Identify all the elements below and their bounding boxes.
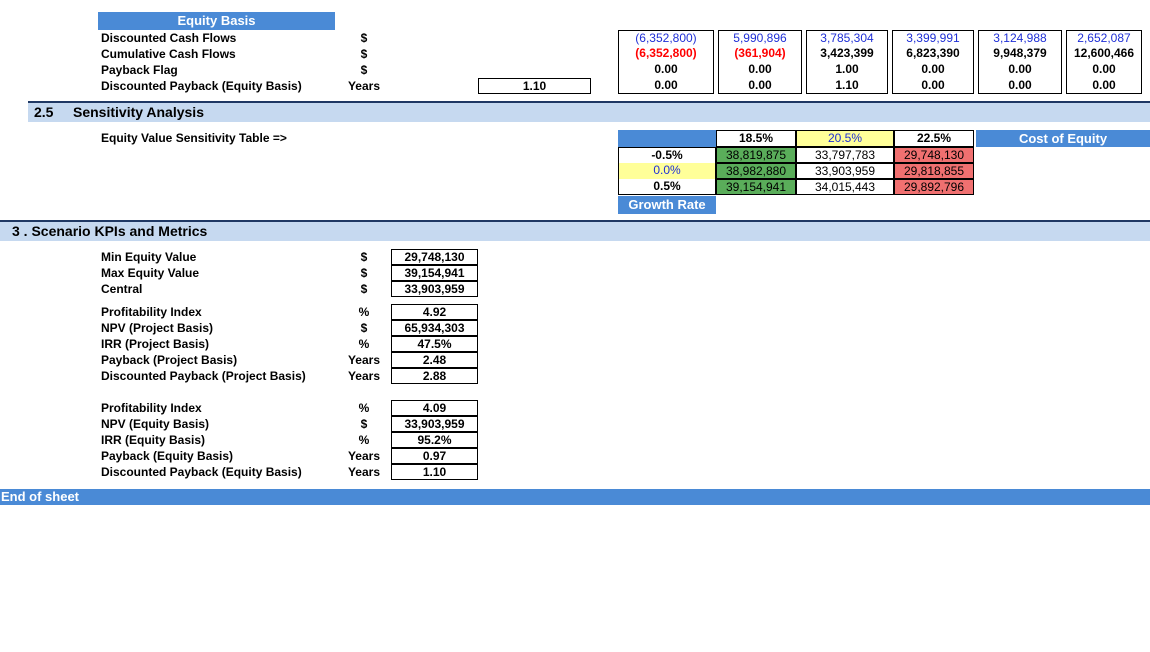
row-unit: Years [347,79,381,93]
kpi-value-cell[interactable]: 33,903,959 [391,416,478,432]
kpi-unit: % [358,401,370,415]
col-header-cost-of-equity[interactable]: 18.5% [716,130,796,147]
cell-payback[interactable]: 0.00 [618,78,714,94]
row-label-cumulative-cash-flows: Cumulative Cash Flows [101,47,236,61]
cell-payback[interactable]: 0.00 [978,78,1062,94]
sensitivity-cell[interactable]: 29,818,855 [894,163,974,179]
kpi-unit: % [358,337,370,351]
cell-flag[interactable]: 1.00 [806,62,888,78]
cell-payback[interactable]: 1.10 [806,78,888,94]
row-unit: $ [360,63,368,77]
kpi-value-cell[interactable]: 2.48 [391,352,478,368]
kpi-unit: Years [347,369,381,383]
kpi-unit: $ [360,282,368,296]
kpi-label: Max Equity Value [101,266,200,280]
row-label-discounted-payback: Discounted Payback (Equity Basis) [101,79,302,93]
discounted-payback-total-cell[interactable]: 1.10 [478,78,591,94]
kpi-value-cell[interactable]: 65,934,303 [391,320,478,336]
cell-dcf[interactable]: 2,652,087 [1066,30,1142,46]
end-of-sheet-label: End of sheet [1,489,80,504]
kpi-unit: % [358,433,370,447]
kpi-label: Min Equity Value [101,250,197,264]
row-header-growth-rate[interactable]: 0.0% [618,163,716,179]
kpi-value-cell[interactable]: 29,748,130 [391,249,478,265]
kpi-unit: $ [360,417,368,431]
cost-of-equity-axis-label: Cost of Equity [976,130,1150,147]
section-title: Sensitivity Analysis [73,104,204,120]
cell-payback[interactable]: 0.00 [1066,78,1142,94]
kpi-value-cell[interactable]: 95.2% [391,432,478,448]
cell-flag[interactable]: 0.00 [718,62,802,78]
kpi-label: Payback (Equity Basis) [101,449,234,463]
cell-payback[interactable]: 0.00 [892,78,974,94]
equity-basis-header: Equity Basis [98,12,335,30]
sensitivity-cell[interactable]: 33,903,959 [796,163,894,179]
end-of-sheet-bar: End of sheet [0,489,1150,505]
kpi-label: Discounted Payback (Equity Basis) [101,465,302,479]
kpi-value-cell[interactable]: 4.92 [391,304,478,320]
row-unit: $ [360,31,368,45]
section-number: 2.5 [34,104,54,120]
kpi-value-cell[interactable]: 4.09 [391,400,478,416]
sensitivity-table-label: Equity Value Sensitivity Table => [101,131,287,145]
growth-rate-axis-label: Growth Rate [618,196,716,214]
cell-dcf[interactable]: 5,990,896 [718,30,802,46]
cell-ccf[interactable]: 9,948,379 [978,46,1062,62]
cell-flag[interactable]: 0.00 [978,62,1062,78]
kpi-unit: % [358,305,370,319]
kpi-value-cell[interactable]: 2.88 [391,368,478,384]
kpi-label: Profitability Index [101,401,202,415]
cell-ccf[interactable]: 12,600,466 [1066,46,1142,62]
kpi-value-cell[interactable]: 0.97 [391,448,478,464]
kpi-value-cell[interactable]: 47.5% [391,336,478,352]
cell-dcf[interactable]: 3,785,304 [806,30,888,46]
col-header-cost-of-equity[interactable]: 20.5% [796,130,894,147]
kpi-label: Discounted Payback (Project Basis) [101,369,306,383]
sensitivity-cell[interactable]: 33,797,783 [796,147,894,163]
row-label-discounted-cash-flows: Discounted Cash Flows [101,31,237,45]
kpi-value-cell[interactable]: 1.10 [391,464,478,480]
cell-flag[interactable]: 0.00 [618,62,714,78]
kpi-unit: $ [360,250,368,264]
row-label-payback-flag: Payback Flag [101,63,178,77]
cell-ccf[interactable]: (6,352,800) [618,46,714,62]
row-header-growth-rate[interactable]: 0.5% [618,179,716,195]
row-unit: $ [360,47,368,61]
kpi-unit: $ [360,266,368,280]
section-title: 3 . Scenario KPIs and Metrics [12,223,208,239]
kpi-label: Profitability Index [101,305,202,319]
row-header-growth-rate[interactable]: -0.5% [618,147,716,163]
kpi-value-cell[interactable]: 33,903,959 [391,281,478,297]
cell-flag[interactable]: 0.00 [1066,62,1142,78]
cell-payback[interactable]: 0.00 [718,78,802,94]
cell-ccf[interactable]: 3,423,399 [806,46,888,62]
kpi-label: IRR (Equity Basis) [101,433,206,447]
kpi-label: Payback (Project Basis) [101,353,238,367]
cell-flag[interactable]: 0.00 [892,62,974,78]
kpi-label: IRR (Project Basis) [101,337,210,351]
kpi-unit: Years [347,353,381,367]
kpi-value-cell[interactable]: 39,154,941 [391,265,478,281]
col-header-cost-of-equity[interactable]: 22.5% [894,130,974,147]
cell-dcf[interactable]: 3,124,988 [978,30,1062,46]
cell-dcf[interactable]: (6,352,800) [618,30,714,46]
corner-cell [618,130,716,147]
sensitivity-cell[interactable]: 38,982,880 [716,163,796,179]
sensitivity-cell[interactable]: 38,819,875 [716,147,796,163]
kpi-label: Central [101,282,143,296]
cell-ccf[interactable]: 6,823,390 [892,46,974,62]
kpi-unit: $ [360,321,368,335]
sensitivity-cell[interactable]: 29,748,130 [894,147,974,163]
kpi-unit: Years [347,449,381,463]
kpi-unit: Years [347,465,381,479]
kpi-label: NPV (Equity Basis) [101,417,210,431]
cell-dcf[interactable]: 3,399,991 [892,30,974,46]
sensitivity-cell[interactable]: 29,892,796 [894,179,974,195]
sensitivity-cell[interactable]: 34,015,443 [796,179,894,195]
kpi-label: NPV (Project Basis) [101,321,214,335]
sensitivity-cell[interactable]: 39,154,941 [716,179,796,195]
cell-ccf[interactable]: (361,904) [718,46,802,62]
